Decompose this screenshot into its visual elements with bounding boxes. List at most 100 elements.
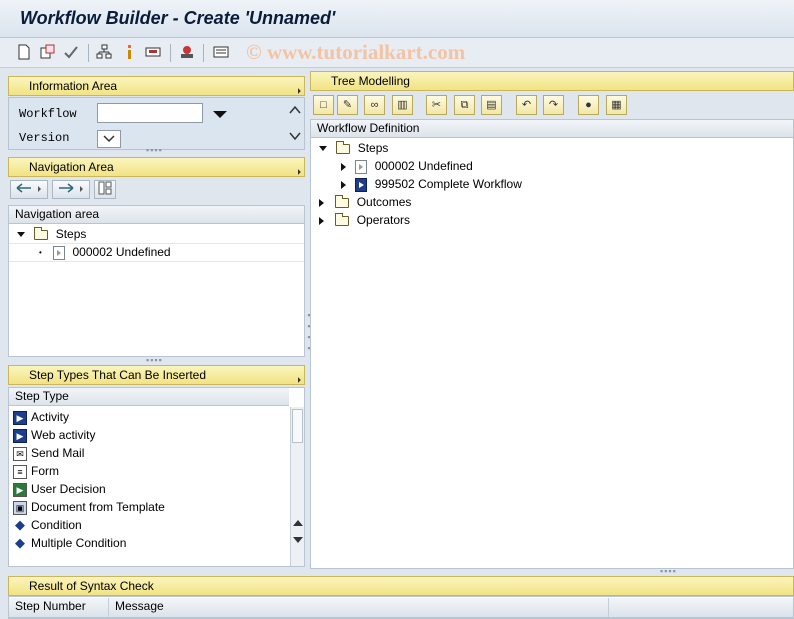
syntax-check-table: Step Number Message [8, 596, 794, 619]
info-icon[interactable] [121, 44, 137, 60]
collapse-icon[interactable] [295, 88, 301, 94]
splitter-grip[interactable]: ▪▪▪▪ [146, 355, 163, 365]
scroll-down-icon[interactable] [293, 536, 303, 544]
form-icon: ≡ [13, 464, 27, 479]
expand-icon[interactable] [341, 162, 346, 171]
tree-modelling-toolbar: □ ✎ ∞ ▥ ✂ ⧉ ▤ ↶ ↷ ● ▦ [310, 93, 794, 117]
scissors-icon: ✂ [431, 99, 442, 111]
copy-icon[interactable] [40, 44, 56, 60]
open-folder-icon [336, 140, 351, 154]
network-icon[interactable] [96, 44, 112, 60]
layout-button[interactable]: ▦ [606, 95, 627, 115]
expand-icon[interactable] [17, 232, 25, 238]
workflow-label: Workflow [19, 107, 77, 121]
splitter-grip[interactable]: ▪▪▪▪ [146, 145, 163, 155]
dropdown-arrow-icon[interactable] [213, 111, 227, 119]
copy-button[interactable]: ⧉ [454, 95, 475, 115]
arrow-left-icon [16, 183, 41, 193]
tree-node-undefined-step[interactable]: 000002 Undefined [341, 157, 473, 175]
syntax-check-title: Result of Syntax Check [29, 579, 154, 593]
redo-icon: ↷ [548, 99, 559, 111]
workflow-definition-tree: Workflow Definition Steps 000002 Undefin… [310, 119, 794, 569]
information-area: Workflow Version [8, 97, 305, 150]
delete-button[interactable]: ▥ [392, 95, 413, 115]
step-type-column-header: Step Type [9, 388, 261, 406]
step-type-document-template[interactable]: ▣ Document from Template [9, 498, 165, 516]
structure-button[interactable] [94, 180, 116, 199]
arrow-right-icon [59, 183, 83, 193]
new-button[interactable]: □ [313, 95, 334, 115]
cut-button[interactable]: ✂ [426, 95, 447, 115]
collapse-icon[interactable] [295, 377, 301, 383]
stamp-icon[interactable] [179, 44, 195, 60]
information-area-header[interactable]: Information Area [8, 76, 305, 96]
undefined-step-icon [355, 159, 368, 174]
redo-button[interactable]: ↷ [543, 95, 564, 115]
expand-icon[interactable] [319, 146, 327, 152]
scroll-down-icon[interactable] [289, 131, 301, 141]
window-title: Workflow Builder - Create 'Unnamed' [20, 8, 336, 28]
tree-node-undefined[interactable]: • 000002 Undefined [39, 243, 171, 261]
column-message[interactable]: Message [109, 598, 609, 618]
new-icon[interactable] [16, 44, 32, 60]
version-dropdown[interactable] [97, 130, 121, 148]
execute-button[interactable]: ● [578, 95, 599, 115]
undo-button[interactable]: ↶ [516, 95, 537, 115]
back-button[interactable] [10, 180, 48, 199]
step-type-user-decision[interactable]: ▶ User Decision [9, 480, 106, 498]
display-button[interactable]: ∞ [364, 95, 385, 115]
structure-icon [98, 181, 112, 195]
tree-modelling-header[interactable]: Tree Modelling [310, 71, 794, 91]
navigation-column-header: Navigation area [9, 206, 304, 224]
copy-icon: ⧉ [460, 99, 469, 111]
check-icon[interactable] [63, 44, 79, 60]
forward-button[interactable] [52, 180, 90, 199]
folder-icon [335, 194, 350, 208]
web-activity-icon: ▶ [13, 428, 27, 443]
step-type-multiple-condition[interactable]: ◆ Multiple Condition [9, 534, 126, 552]
collapse-icon[interactable] [295, 169, 301, 175]
vertical-scrollbar[interactable] [290, 407, 304, 566]
paste-button[interactable]: ▤ [481, 95, 502, 115]
expand-icon[interactable] [319, 198, 324, 207]
document-template-icon: ▣ [13, 500, 27, 515]
edit-button[interactable]: ✎ [337, 95, 358, 115]
list-icon[interactable] [213, 44, 229, 60]
expand-icon[interactable] [341, 180, 346, 189]
information-area-title: Information Area [29, 79, 118, 93]
step-type-activity[interactable]: ▶ Activity [9, 408, 69, 426]
splitter-grip[interactable]: ▪▪▪▪ [660, 566, 677, 576]
undo-icon: ↶ [521, 99, 532, 111]
tree-node-steps[interactable]: Steps [17, 225, 86, 243]
syntax-check-header[interactable]: Result of Syntax Check [8, 576, 794, 596]
application-toolbar: © www.tutorialkart.com [0, 38, 794, 68]
tree-node-complete-workflow[interactable]: 999502 Complete Workflow [341, 175, 522, 193]
scroll-up-icon[interactable] [293, 519, 303, 527]
step-type-send-mail[interactable]: ✉ Send Mail [9, 444, 84, 462]
title-bar: Workflow Builder - Create 'Unnamed' [0, 0, 794, 38]
step-type-form[interactable]: ≡ Form [9, 462, 59, 480]
trash-icon: ▥ [397, 99, 408, 111]
multiple-condition-icon: ◆ [15, 534, 25, 550]
step-types-title: Step Types That Can Be Inserted [29, 368, 206, 382]
scroll-up-icon[interactable] [289, 105, 301, 115]
workflow-input[interactable] [97, 103, 203, 123]
glasses-icon: ∞ [370, 99, 379, 111]
paste-icon: ▤ [486, 99, 497, 111]
expand-icon[interactable] [319, 216, 324, 225]
step-type-web-activity[interactable]: ▶ Web activity [9, 426, 95, 444]
tree-node-operators[interactable]: Operators [319, 211, 410, 229]
activity-step-icon [355, 177, 368, 192]
layout-icon: ▦ [611, 99, 622, 111]
step-type-condition[interactable]: ◆ Condition [9, 516, 82, 534]
column-step-number[interactable]: Step Number [9, 598, 109, 618]
navigation-tree: Navigation area Steps • 000002 Undefined [8, 205, 305, 357]
activity-icon: ▶ [13, 410, 27, 425]
print-icon[interactable] [145, 44, 161, 60]
step-types-header[interactable]: Step Types That Can Be Inserted [8, 365, 305, 385]
navigation-area-header[interactable]: Navigation Area [8, 157, 305, 177]
tree-node-steps[interactable]: Steps [319, 139, 388, 157]
tree-node-outcomes[interactable]: Outcomes [319, 193, 411, 211]
scrollbar-thumb[interactable] [292, 409, 303, 443]
step-types-list: Step Type ▶ Activity ▶ Web activity ✉ Send … [8, 387, 305, 567]
